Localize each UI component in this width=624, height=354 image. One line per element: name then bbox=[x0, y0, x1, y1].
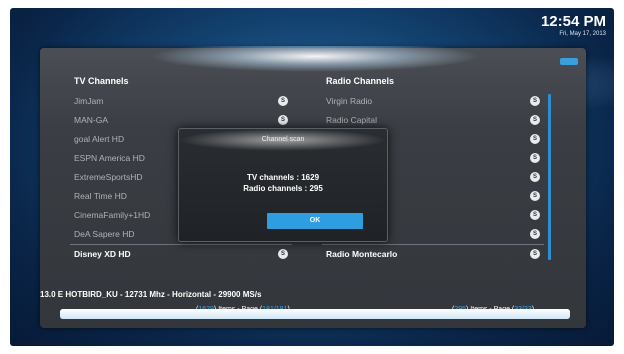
scan-progress-bar bbox=[60, 309, 570, 319]
scrambled-icon: S bbox=[530, 115, 540, 125]
tv-channel-name: Real Time HD bbox=[74, 191, 127, 201]
scan-result-dialog: Channel scan TV channels : 1629 Radio ch… bbox=[178, 128, 388, 242]
tv-channel-name: CinemaFamily+1HD bbox=[74, 210, 151, 220]
radio-channel-item[interactable]: Radio Montecarlo S bbox=[322, 244, 544, 264]
scrambled-icon: S bbox=[530, 172, 540, 182]
dialog-radio-count: Radio channels : 295 bbox=[243, 184, 323, 193]
scrambled-icon: S bbox=[278, 115, 288, 125]
scrambled-icon: S bbox=[278, 96, 288, 106]
tv-channels-heading: TV Channels bbox=[74, 76, 129, 86]
scrambled-icon: S bbox=[530, 153, 540, 163]
scrambled-icon: S bbox=[530, 229, 540, 239]
scan-progress-fill bbox=[60, 309, 570, 319]
scrambled-icon: S bbox=[530, 96, 540, 106]
panel-tab-button[interactable] bbox=[560, 58, 578, 65]
transponder-status: 13.0 E HOTBIRD_KU - 12731 Mhz - Horizont… bbox=[40, 290, 262, 299]
tv-screen: 12:54 PM Fri, May 17, 2013 TV Channels R… bbox=[10, 8, 614, 346]
tv-channel-name: Disney XD HD bbox=[74, 249, 131, 259]
tv-channel-name: goal Alert HD bbox=[74, 134, 125, 144]
tv-channel-name: MAN-GA bbox=[74, 115, 108, 125]
radio-channel-name: Radio Capital bbox=[326, 115, 378, 125]
tv-channel-item[interactable]: JimJam S bbox=[70, 92, 292, 111]
scrambled-icon: S bbox=[530, 249, 540, 259]
ok-button[interactable]: OK bbox=[267, 213, 363, 229]
tv-channel-name: JimJam bbox=[74, 96, 104, 106]
tv-channel-name: ESPN America HD bbox=[74, 153, 145, 163]
panel-glow bbox=[150, 46, 480, 72]
tv-channel-name: DeA Sapere HD bbox=[74, 229, 135, 239]
clock-time: 12:54 PM bbox=[540, 13, 606, 30]
dialog-title: Channel scan bbox=[179, 129, 387, 151]
radio-channel-name: Virgin Radio bbox=[326, 96, 373, 106]
scrambled-icon: S bbox=[278, 249, 288, 259]
radio-channel-name: Radio Montecarlo bbox=[326, 249, 398, 259]
scrambled-icon: S bbox=[530, 134, 540, 144]
scrambled-icon: S bbox=[530, 210, 540, 220]
clock-date: Fri, May 17, 2013 bbox=[559, 31, 606, 37]
clock: 12:54 PM Fri, May 17, 2013 bbox=[541, 14, 606, 38]
radio-channels-heading: Radio Channels bbox=[326, 76, 395, 86]
radio-scrollbar[interactable] bbox=[548, 94, 551, 260]
tv-channel-item[interactable]: Disney XD HD S bbox=[70, 244, 292, 264]
tv-channel-name: ExtremeSportsHD bbox=[74, 172, 143, 182]
dialog-tv-count: TV channels : 1629 bbox=[246, 173, 320, 182]
scrambled-icon: S bbox=[530, 191, 540, 201]
radio-channel-item[interactable]: Virgin Radio S bbox=[322, 92, 544, 111]
